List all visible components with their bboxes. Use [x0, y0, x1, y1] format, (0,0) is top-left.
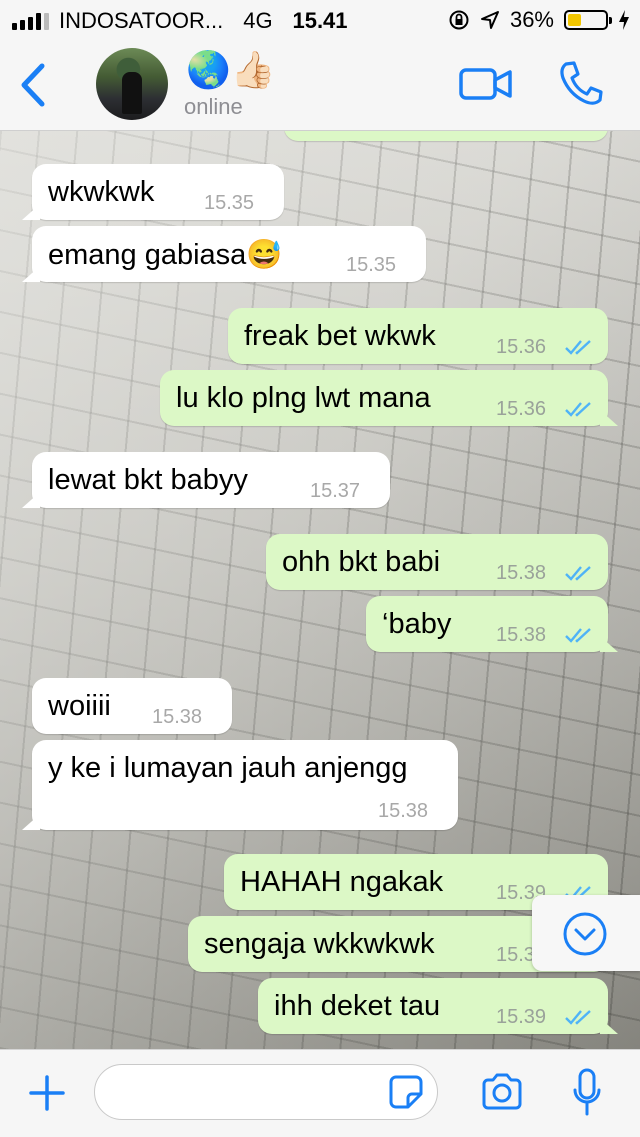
charging-bolt-icon	[619, 10, 629, 30]
message-bubble[interactable]: lewat bkt babyy 15.37	[32, 452, 390, 508]
sticker-icon[interactable]	[388, 1074, 424, 1110]
message-bubble[interactable]: ‘baby 15.38	[366, 596, 608, 652]
message-bubble[interactable]: ohh bkt babi 15.38	[266, 534, 608, 590]
battery-percent: 36%	[509, 7, 554, 32]
location-arrow-icon	[480, 11, 499, 29]
message-time: 15.36	[496, 398, 547, 420]
message-time: 15.35	[346, 254, 397, 276]
status-bar: INDOSATOOR... 4G 15.41 36%	[0, 0, 640, 40]
contact-name[interactable]: 🌏👍🏻	[186, 50, 276, 90]
message-bubble[interactable]: woiiii 15.38	[32, 678, 232, 734]
message-bubble[interactable]: y ke i lumayan jauh anjengg 15.38	[32, 740, 458, 830]
message-input-bar	[0, 1049, 640, 1137]
message-bubble[interactable]: emang gabiasa😅 15.35	[32, 226, 426, 282]
video-call-icon[interactable]	[458, 64, 514, 104]
message-input[interactable]	[94, 1064, 438, 1120]
chat-header: 🌏👍🏻 online	[0, 40, 640, 131]
message-time: 15.38	[378, 800, 429, 822]
battery-icon	[564, 10, 612, 30]
message-time: 15.36	[496, 336, 547, 358]
chat-area: wkwkwk 15.35 emang gabiasa😅 15.35 freak …	[0, 131, 640, 1049]
chevron-down-circle-icon	[563, 912, 607, 956]
message-time: 15.35	[204, 192, 255, 214]
back-chevron-icon[interactable]	[14, 60, 54, 110]
contact-status: online	[184, 94, 243, 119]
message-bubble-partial	[284, 131, 608, 141]
message-time: 15.38	[496, 562, 547, 584]
camera-icon[interactable]	[480, 1072, 524, 1112]
read-receipt-icon	[565, 566, 591, 581]
read-receipt-icon	[565, 1010, 591, 1025]
message-time: 15.38	[152, 706, 203, 728]
read-receipt-icon	[565, 340, 591, 355]
microphone-icon[interactable]	[572, 1068, 602, 1118]
scroll-to-bottom-button[interactable]	[532, 895, 640, 971]
message-bubble[interactable]: lu klo plng lwt mana 15.36	[160, 370, 608, 426]
message-time: 15.38	[496, 624, 547, 646]
message-bubble[interactable]: wkwkwk 15.35	[32, 164, 284, 220]
read-receipt-icon	[565, 402, 591, 417]
message-time: 15.39	[496, 1006, 547, 1028]
phone-call-icon[interactable]	[556, 58, 606, 108]
orientation-lock-icon	[449, 10, 469, 30]
message-bubble[interactable]: freak bet wkwk 15.36	[228, 308, 608, 364]
contact-avatar[interactable]	[96, 48, 168, 120]
message-bubble[interactable]: ihh deket tau 15.39	[258, 978, 608, 1034]
attach-plus-icon[interactable]	[28, 1074, 66, 1112]
read-receipt-icon	[565, 628, 591, 643]
message-time: 15.37	[310, 480, 361, 502]
